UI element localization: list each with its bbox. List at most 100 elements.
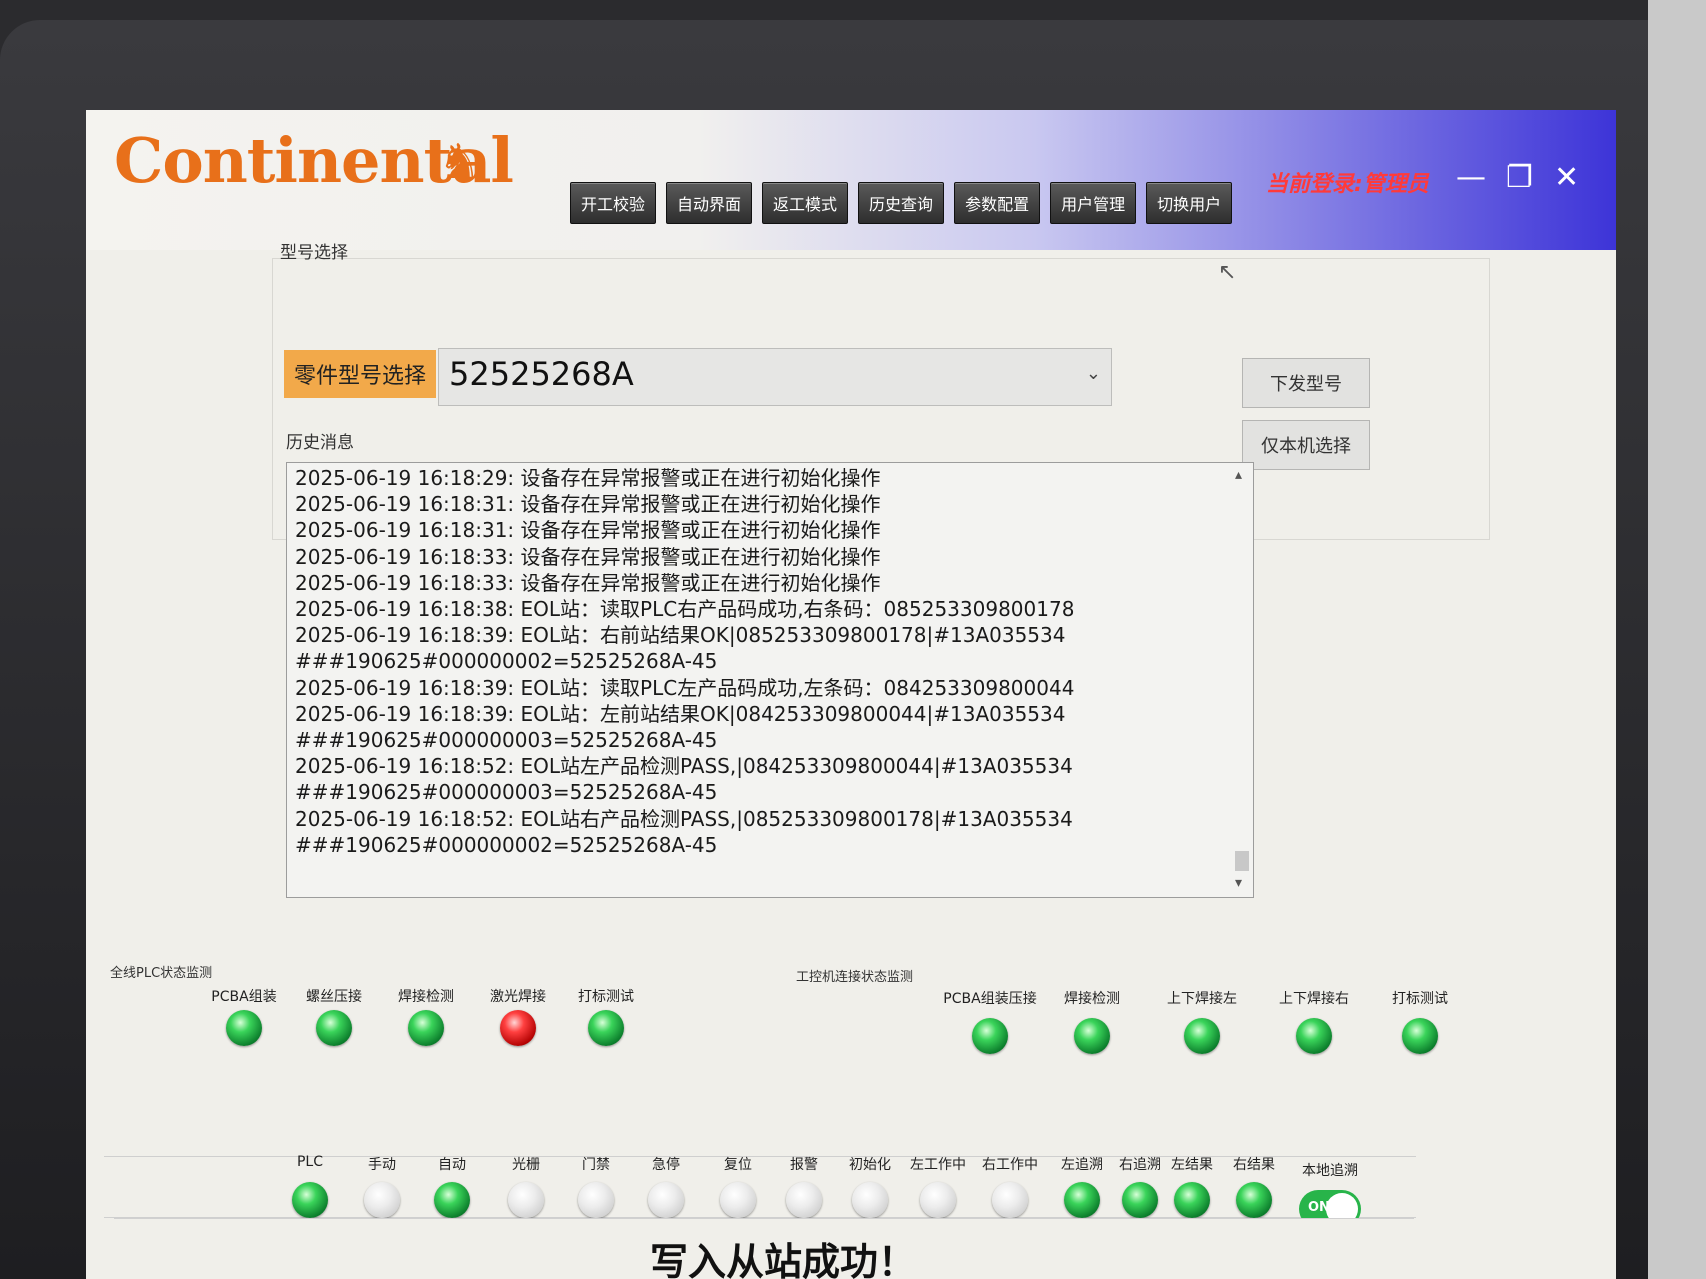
signal-label: 左工作中 [910, 1157, 966, 1173]
signal-status-lamp-icon [292, 1182, 328, 1218]
signal-status-lamp-icon [508, 1182, 544, 1218]
plc-station-status-lamp-icon [316, 1010, 352, 1046]
plc-station-status-lamp-icon [500, 1010, 536, 1046]
signal-label: 自动 [438, 1157, 466, 1173]
ipc-monitor-title: 工控机连接状态监测 [796, 970, 914, 985]
nav-rework[interactable]: 返工模式 [762, 182, 849, 224]
log-line: 2025-06-19 16:18:31: 设备存在异常报警或正在进行初始化操作 [295, 492, 881, 517]
signal-status-lamp-icon [992, 1182, 1028, 1218]
signal-label: 右追溯 [1119, 1157, 1161, 1173]
history-log[interactable]: 2025-06-19 16:18:29: 设备存在异常报警或正在进行初始化操作 2… [286, 462, 1254, 898]
plc-station-status-lamp-icon [588, 1010, 624, 1046]
signal-label: 右工作中 [982, 1157, 1038, 1173]
signal-label: 手动 [368, 1157, 396, 1173]
nav-switch-user[interactable]: 切换用户 [1146, 182, 1233, 224]
signal-status-lamp-icon [648, 1182, 684, 1218]
log-line: 2025-06-19 16:18:29: 设备存在异常报警或正在进行初始化操作 [295, 466, 881, 490]
plc-monitor-title: 全线PLC状态监测 [110, 966, 213, 981]
signal-status-lamp-icon [364, 1182, 400, 1218]
local-select-button[interactable]: 仅本机选择 [1242, 420, 1370, 470]
signal-label: 初始化 [849, 1157, 891, 1173]
signal-label: 报警 [790, 1157, 818, 1173]
ipc-station-label: 上下焊接左 [1167, 991, 1237, 1007]
plc-station-status-lamp-icon [226, 1010, 262, 1046]
signal-label: 左结果 [1171, 1157, 1213, 1173]
log-line: 2025-06-19 16:18:52: EOL站右产品检测PASS,|0852… [295, 806, 1073, 831]
plc-station-label: 焊接检测 [398, 989, 454, 1005]
signal-label: 门禁 [582, 1157, 610, 1173]
main-nav: 开工校验 自动界面 返工模式 历史查询 参数配置 用户管理 切换用户 [570, 182, 1233, 224]
signal-status-lamp-icon [578, 1182, 614, 1218]
scroll-thumb[interactable] [1235, 851, 1249, 871]
signal-status-lamp-icon [720, 1182, 756, 1218]
chevron-down-icon[interactable]: ⌄ [1086, 363, 1101, 384]
ipc-station-label: PCBA组装压接 [943, 991, 1037, 1007]
ipc-station-label: 上下焊接右 [1279, 991, 1349, 1007]
plc-station-label: 激光焊接 [490, 989, 546, 1005]
app-window: Continental ♞ 开工校验 自动界面 返工模式 历史查询 参数配置 用… [86, 110, 1616, 1279]
ipc-station-status-lamp-icon [1074, 1018, 1110, 1054]
log-line: 2025-06-19 16:18:39: EOL站：读取PLC左产品码成功,左条… [295, 675, 1075, 700]
signal-label: 右结果 [1233, 1157, 1275, 1173]
log-line: 2025-06-19 16:18:52: EOL站左产品检测PASS,|0842… [295, 754, 1073, 779]
minimize-button[interactable]: — [1456, 160, 1486, 195]
ipc-station-label: 打标测试 [1392, 991, 1448, 1007]
signal-status-lamp-icon [1064, 1182, 1100, 1218]
nav-start-check[interactable]: 开工校验 [570, 182, 657, 224]
plc-station-label: 螺丝压接 [306, 989, 362, 1005]
log-line: ###190625#000000003=52525268A-45 [295, 728, 718, 753]
log-line: 2025-06-19 16:18:33: 设备存在异常报警或正在进行初始化操作 [295, 570, 881, 595]
part-model-select[interactable]: 52525268A ⌄ [438, 348, 1112, 406]
status-message-bar: 写入从站成功！ [114, 1218, 1414, 1279]
plc-station-label: 打标测试 [578, 989, 634, 1005]
ipc-station-status-lamp-icon [972, 1018, 1008, 1054]
log-line: ###190625#000000002=52525268A-45 [295, 649, 718, 674]
ipc-station-label: 焊接检测 [1064, 991, 1120, 1007]
signal-label: 左追溯 [1061, 1157, 1103, 1173]
nav-params[interactable]: 参数配置 [954, 182, 1041, 224]
signal-label: 光栅 [512, 1157, 540, 1173]
plc-station-label: PCBA组装 [211, 989, 277, 1005]
signal-status-lamp-icon [786, 1182, 822, 1218]
model-group-title: 型号选择 [280, 243, 348, 263]
history-title: 历史消息 [286, 433, 354, 453]
log-line: 2025-06-19 16:18:39: EOL站：右前站结果OK|085253… [295, 623, 1066, 648]
log-line: 2025-06-19 16:18:39: EOL站：左前站结果OK|084253… [295, 701, 1066, 726]
signal-status-lamp-icon [434, 1182, 470, 1218]
log-line: ###190625#000000003=52525268A-45 [295, 780, 718, 805]
ipc-station-status-lamp-icon [1184, 1018, 1220, 1054]
signal-status-lamp-icon [1236, 1182, 1272, 1218]
horse-logo-icon: ♞ [438, 134, 482, 190]
signal-status-lamp-icon [1122, 1182, 1158, 1218]
plc-station-status-lamp-icon [408, 1010, 444, 1046]
signal-label: 急停 [652, 1157, 680, 1173]
signal-label: 复位 [724, 1157, 752, 1173]
log-line: 2025-06-19 16:18:38: EOL站：读取PLC右产品码成功,右条… [295, 597, 1075, 622]
log-line: 2025-06-19 16:18:31: 设备存在异常报警或正在进行初始化操作 [295, 518, 881, 543]
log-line: 2025-06-19 16:18:33: 设备存在异常报警或正在进行初始化操作 [295, 544, 881, 569]
log-lines: 2025-06-19 16:18:29: 设备存在异常报警或正在进行初始化操作 2… [295, 465, 1229, 858]
status-message: 写入从站成功！ [650, 1240, 917, 1279]
part-model-label: 零件型号选择 [284, 350, 437, 398]
scroll-up-icon[interactable]: ▴ [1235, 467, 1242, 483]
title-bar: Continental ♞ 开工校验 自动界面 返工模式 历史查询 参数配置 用… [86, 110, 1616, 250]
signal-label: PLC [296, 1154, 324, 1170]
signal-status-lamp-icon [920, 1182, 956, 1218]
scroll-down-icon[interactable]: ▾ [1235, 875, 1242, 891]
signal-status-lamp-icon [852, 1182, 888, 1218]
download-model-button[interactable]: 下发型号 [1242, 358, 1370, 408]
close-button[interactable]: ✕ [1554, 160, 1579, 195]
maximize-button[interactable]: ❐ [1506, 160, 1533, 195]
wall-background [1648, 0, 1706, 1279]
signal-status-lamp-icon [1174, 1182, 1210, 1218]
ipc-station-status-lamp-icon [1296, 1018, 1332, 1054]
ipc-station-status-lamp-icon [1402, 1018, 1438, 1054]
nav-auto[interactable]: 自动界面 [666, 182, 753, 224]
local-trace-label: 本地追溯 [1302, 1163, 1358, 1179]
nav-users[interactable]: 用户管理 [1050, 182, 1137, 224]
log-line: ###190625#000000002=52525268A-45 [295, 832, 718, 857]
current-user-label: 当前登录:管理员 [1266, 172, 1429, 197]
log-scrollbar[interactable]: ▴ ▾ [1233, 467, 1251, 891]
nav-history[interactable]: 历史查询 [858, 182, 945, 224]
part-model-value: 52525268A [449, 355, 634, 393]
